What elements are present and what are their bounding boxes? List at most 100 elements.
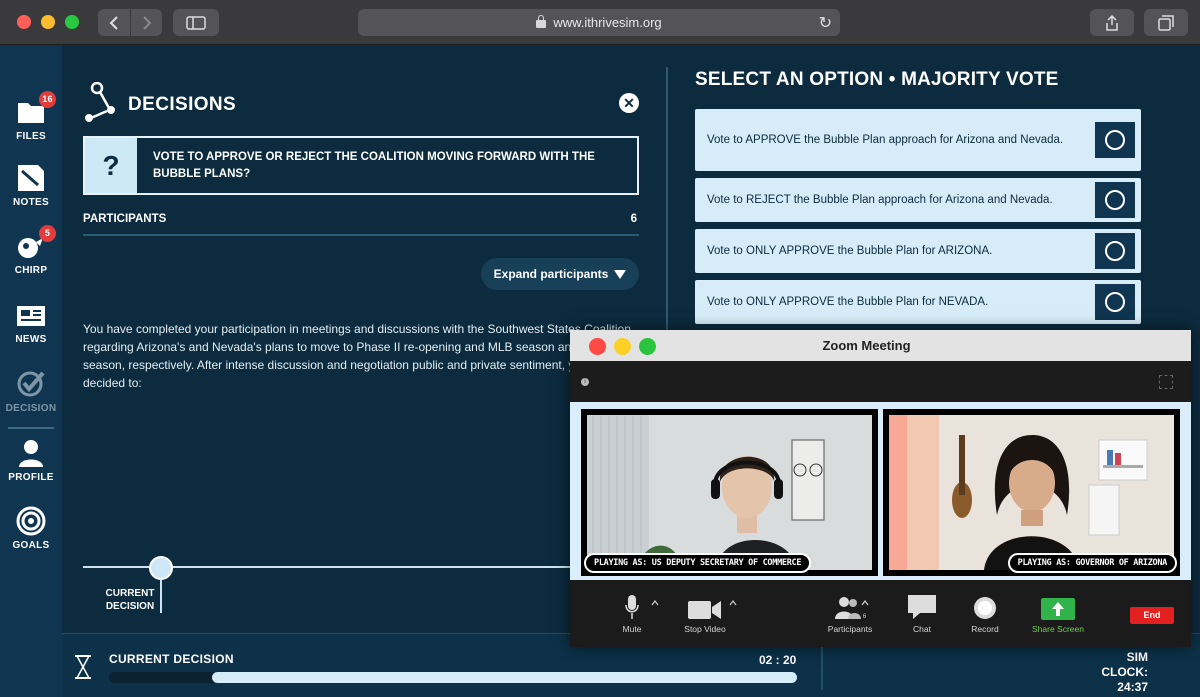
close-icon[interactable]: ✕	[619, 93, 639, 113]
stop-video-button[interactable]: Stop Video	[680, 594, 730, 634]
browser-toolbar: www.ithrivesim.org ↻	[0, 0, 1200, 45]
share-button[interactable]	[1090, 9, 1134, 36]
lock-icon	[536, 14, 547, 28]
current-decision-label: CURRENT DECISION	[109, 652, 234, 666]
video-gallery: PLAYING AS: US DEPUTY SECRETARY OF COMME…	[570, 402, 1191, 580]
timeline-label: CURRENT DECISION	[105, 588, 155, 612]
participants-count: 6	[630, 213, 637, 225]
mute-label: Mute	[622, 624, 642, 634]
window-zoom-button[interactable]	[65, 15, 79, 29]
video-tile-governor[interactable]: PLAYING AS: GOVERNOR OF ARIZONA	[883, 409, 1180, 576]
window-minimize-button[interactable]	[41, 15, 55, 29]
caret-up-icon[interactable]	[729, 600, 737, 606]
hourglass-icon	[75, 655, 91, 679]
news-icon	[16, 300, 46, 330]
video-tile-commerce[interactable]: PLAYING AS: US DEPUTY SECRETARY OF COMME…	[581, 409, 878, 576]
sidebar-item-label: GOALS	[12, 540, 50, 551]
sidebar-item-label: DECISION	[5, 403, 57, 414]
decision-description: You have completed your participation in…	[83, 322, 631, 390]
notes-icon	[16, 163, 46, 193]
video-camera-icon	[688, 601, 721, 619]
sidebar-item-label: NEWS	[15, 334, 47, 345]
window-close-button[interactable]	[17, 15, 31, 29]
options-title: SELECT AN OPTION • MAJORITY VOTE	[695, 69, 1059, 90]
sim-clock-label: SIM CLOCK:	[1101, 650, 1148, 679]
radio-circle-icon	[1105, 292, 1125, 312]
reload-icon[interactable]: ↻	[819, 13, 832, 33]
progress-fill	[212, 672, 797, 683]
option-radio[interactable]	[1095, 233, 1135, 269]
option-text: Vote to ONLY APPROVE the Bubble Plan for…	[707, 295, 989, 308]
chevron-right-icon	[142, 15, 151, 30]
profile-icon	[16, 438, 46, 468]
option-approve-both[interactable]: Vote to APPROVE the Bubble Plan approach…	[695, 109, 1141, 171]
participants-row: PARTICIPANTS 6	[83, 213, 639, 236]
option-reject-both[interactable]: Vote to REJECT the Bubble Plan approach …	[695, 178, 1141, 222]
chat-button[interactable]: Chat	[905, 594, 939, 634]
participants-label: Participants	[827, 624, 873, 634]
microphone-icon	[625, 595, 639, 619]
option-radio[interactable]	[1095, 122, 1135, 158]
share-screen-icon	[1041, 598, 1075, 620]
sim-clock-value: 24:37	[1117, 680, 1148, 694]
sidebar-item-files[interactable]: 16 FILES	[0, 91, 62, 142]
mute-button[interactable]: Mute	[620, 594, 644, 634]
sidebar-item-goals[interactable]: GOALS	[0, 506, 62, 551]
decision-timer: 02 : 20	[759, 653, 797, 667]
question-card: ? VOTE TO APPROVE OR REJECT THE COALITIO…	[83, 136, 639, 195]
chevron-left-icon	[109, 15, 118, 30]
decision-icon	[16, 369, 46, 399]
option-approve-nevada[interactable]: Vote to ONLY APPROVE the Bubble Plan for…	[695, 280, 1141, 324]
timeline-marker[interactable]	[149, 556, 173, 580]
record-label: Record	[971, 624, 999, 634]
option-radio[interactable]	[1095, 284, 1135, 320]
back-button[interactable]	[98, 9, 130, 36]
sim-clock: SIM CLOCK: 24:37	[1078, 650, 1148, 695]
tabs-button[interactable]	[1144, 9, 1188, 36]
expand-participants-button[interactable]: Expand participants	[481, 258, 639, 290]
sidebar-item-profile[interactable]: PROFILE	[0, 438, 62, 483]
radio-circle-icon	[1105, 190, 1125, 210]
sidebar-icon	[186, 15, 206, 30]
timeline-stem	[160, 579, 162, 613]
files-badge: 16	[39, 91, 56, 108]
question-icon: ?	[85, 138, 137, 193]
bottom-divider	[821, 642, 823, 690]
option-text: Vote to REJECT the Bubble Plan approach …	[707, 193, 1053, 206]
zoom-titlebar: Zoom Meeting	[570, 330, 1191, 361]
decisions-title: DECISIONS	[128, 94, 237, 115]
option-approve-arizona[interactable]: Vote to ONLY APPROVE the Bubble Plan for…	[695, 229, 1141, 273]
forward-button[interactable]	[131, 9, 162, 36]
goals-icon	[16, 506, 46, 536]
url-text: www.ithrivesim.org	[553, 15, 662, 30]
question-text: VOTE TO APPROVE OR REJECT THE COALITION …	[153, 151, 595, 180]
triangle-down-icon	[614, 269, 627, 279]
fullscreen-icon[interactable]	[1159, 375, 1173, 389]
sidebar-item-label: FILES	[16, 131, 46, 142]
sidebar: 16 FILES NOTES 5 CHIRP NEWS DECISION PRO…	[0, 45, 62, 697]
caret-up-icon[interactable]	[861, 600, 869, 606]
sidebar-item-notes[interactable]: NOTES	[0, 163, 62, 208]
sidebar-toggle-button[interactable]	[173, 9, 219, 36]
sidebar-item-news[interactable]: NEWS	[0, 300, 62, 345]
zoom-controls: Mute Stop Video 6 Participants Chat Reco…	[570, 580, 1191, 647]
sidebar-item-label: PROFILE	[8, 472, 54, 483]
end-meeting-button[interactable]: End	[1130, 607, 1174, 624]
sidebar-item-decision[interactable]: DECISION	[0, 369, 62, 414]
share-icon	[1106, 14, 1118, 31]
caret-up-icon[interactable]	[651, 600, 659, 606]
info-icon[interactable]: i	[581, 378, 589, 386]
option-radio[interactable]	[1095, 182, 1135, 218]
sidebar-item-chirp[interactable]: 5 CHIRP	[0, 225, 62, 276]
address-bar[interactable]: www.ithrivesim.org ↻	[358, 9, 840, 36]
chirp-icon: 5	[16, 225, 56, 261]
sidebar-item-label: CHIRP	[14, 265, 48, 276]
option-text: Vote to ONLY APPROVE the Bubble Plan for…	[707, 244, 993, 257]
share-screen-button[interactable]: Share Screen	[1030, 594, 1086, 634]
participant-role-label: PLAYING AS: GOVERNOR OF ARIZONA	[1007, 553, 1177, 573]
radio-circle-icon	[1105, 130, 1125, 150]
share-screen-label: Share Screen	[1032, 624, 1084, 634]
record-button[interactable]: Record	[970, 594, 1000, 634]
chat-icon	[908, 595, 936, 619]
zoom-window: Zoom Meeting i PLAYING AS: US DEPUTY SEC…	[570, 330, 1191, 647]
